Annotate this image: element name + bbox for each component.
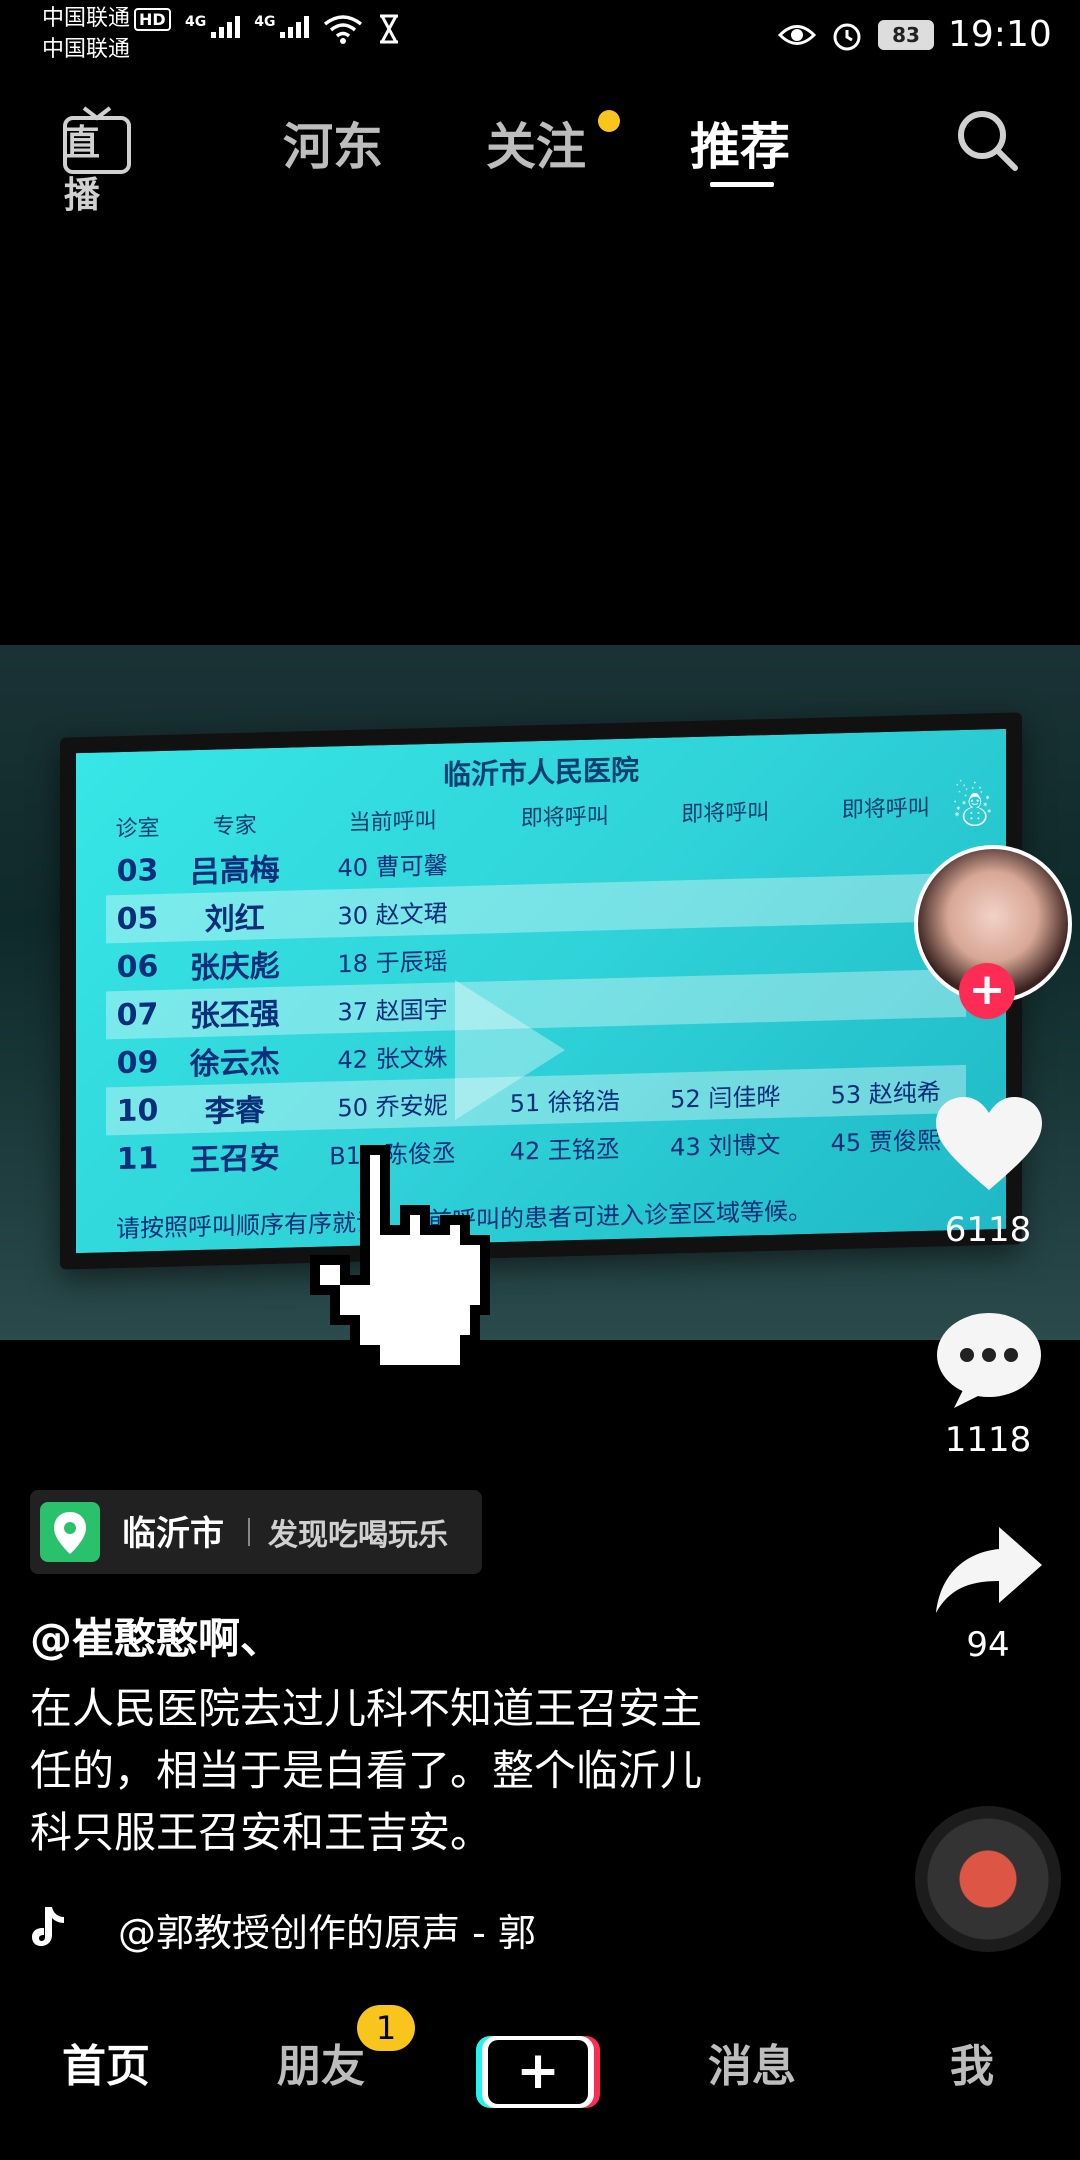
location-tag[interactable]: 临沂市 发现吃喝玩乐 <box>30 1490 482 1574</box>
queue-cell: 11 <box>116 1140 159 1177</box>
queue-cell: 40 曹可馨 <box>337 850 448 882</box>
caption-line: 任的，相当于是白看了。整个临沂儿 <box>30 1746 703 1795</box>
share-count: 94 <box>966 1625 1010 1665</box>
tab-hedong[interactable]: 河东 <box>283 107 383 179</box>
location-divider <box>248 1518 250 1546</box>
comment-count: 1118 <box>944 1420 1032 1460</box>
snowman-decoration: ☃ <box>950 780 995 838</box>
plus-icon: + <box>488 2040 588 2104</box>
col-header: 即将呼叫 <box>681 800 770 828</box>
queue-cell: 徐云杰 <box>189 1044 280 1083</box>
alarm-icon <box>833 23 861 50</box>
queue-cell <box>645 829 805 881</box>
music-title[interactable]: @郭教授创作的原声 - 郭 <box>118 1902 578 1957</box>
location-city: 临沂市 <box>122 1514 224 1554</box>
live-label: 直播 <box>64 123 101 216</box>
col-header: 当前呼叫 <box>348 808 437 837</box>
heart-icon[interactable] <box>934 1095 1044 1195</box>
queue-cell <box>645 1021 805 1073</box>
tiktok-note-icon <box>32 1907 64 1946</box>
queue-cell: 43 刘博文 <box>670 1130 781 1162</box>
queue-cell: 刘红 <box>168 890 301 942</box>
hd-badge: HD <box>134 8 171 31</box>
queue-cell: 吕高梅 <box>189 852 280 891</box>
caption-line: 在人民医院去过儿科不知道王召安主 <box>30 1684 703 1733</box>
carrier-name-2: 中国联通 <box>42 37 131 62</box>
queue-cell: 07 <box>106 989 169 1040</box>
queue-cell: 李睿 <box>168 1082 301 1134</box>
location-subtitle: 发现吃喝玩乐 <box>268 1518 448 1553</box>
post-caption: 在人民医院去过儿科不知道王召安主 任的，相当于是白看了。整个临沂儿 科只服王召安… <box>30 1678 780 1864</box>
queue-cell: 张庆彪 <box>189 948 280 987</box>
search-icon[interactable] <box>955 108 1019 172</box>
queue-cell <box>485 833 645 885</box>
music-disc[interactable] <box>915 1806 1061 1952</box>
queue-cell <box>805 1017 966 1069</box>
carrier-name-1: 中国联通 <box>42 6 131 31</box>
col-header: 专家 <box>212 813 257 840</box>
queue-cell <box>645 973 806 1026</box>
queue-cell <box>645 877 806 930</box>
queue-cell: 30 赵文珺 <box>300 885 485 939</box>
col-header: 即将呼叫 <box>520 804 609 832</box>
status-right: 83 19:10 <box>778 14 1052 55</box>
signal-icon: 4G <box>185 14 241 38</box>
pointer-hand-icon <box>310 1145 490 1375</box>
tab-recommend[interactable]: 推荐 <box>690 107 790 179</box>
wifi-icon <box>324 15 363 44</box>
tab-home[interactable]: 首页 <box>62 2030 150 2094</box>
tab-me[interactable]: 我 <box>950 2030 994 2094</box>
tab-friends[interactable]: 朋友 <box>277 2030 365 2094</box>
queue-cell: 10 <box>106 1085 169 1136</box>
play-icon[interactable] <box>455 980 565 1120</box>
queue-cell: 18 于辰瑶 <box>337 946 448 978</box>
col-header: 即将呼叫 <box>841 795 930 824</box>
queue-cell <box>484 881 646 934</box>
hourglass-icon <box>380 14 399 44</box>
signal-icon-2: 4G <box>254 14 310 38</box>
author-name[interactable]: @崔憨憨啊、 <box>30 1605 282 1666</box>
queue-cell <box>485 929 645 981</box>
carrier-info: 中国联通 HD 中国联通 <box>42 4 171 65</box>
queue-cell: 王召安 <box>189 1140 280 1179</box>
status-bar: 中国联通 HD 中国联通 4G 4G 83 19:10 <box>0 0 1080 70</box>
share-icon[interactable] <box>934 1525 1044 1615</box>
queue-cell: 06 <box>116 948 159 985</box>
follow-plus-button[interactable]: + <box>959 963 1015 1019</box>
col-header: 诊室 <box>115 815 160 843</box>
queue-cell: 52 闫佳晔 <box>645 1069 806 1122</box>
signal-group: 4G 4G <box>185 14 401 44</box>
following-dot <box>598 110 620 132</box>
battery-icon: 83 <box>878 19 934 50</box>
tab-messages[interactable]: 消息 <box>708 2030 796 2094</box>
location-pin-icon <box>40 1502 100 1562</box>
queue-cell <box>645 925 805 977</box>
comment-icon[interactable] <box>934 1310 1044 1410</box>
like-count: 6118 <box>944 1210 1032 1250</box>
clock: 19:10 <box>948 14 1052 55</box>
eye-icon <box>778 24 816 45</box>
friends-badge: 1 <box>357 2005 415 2051</box>
active-tab-underline <box>710 182 774 187</box>
queue-cell: 05 <box>106 893 169 944</box>
live-button[interactable]: 直播 <box>62 106 132 216</box>
tab-following[interactable]: 关注 <box>486 107 586 179</box>
caption-line: 科只服王召安和王吉安。 <box>30 1808 493 1857</box>
queue-cell: 张丕强 <box>168 986 301 1038</box>
queue-cell: 09 <box>116 1044 159 1081</box>
create-button[interactable]: + <box>482 2036 594 2108</box>
queue-cell: 03 <box>116 852 159 889</box>
